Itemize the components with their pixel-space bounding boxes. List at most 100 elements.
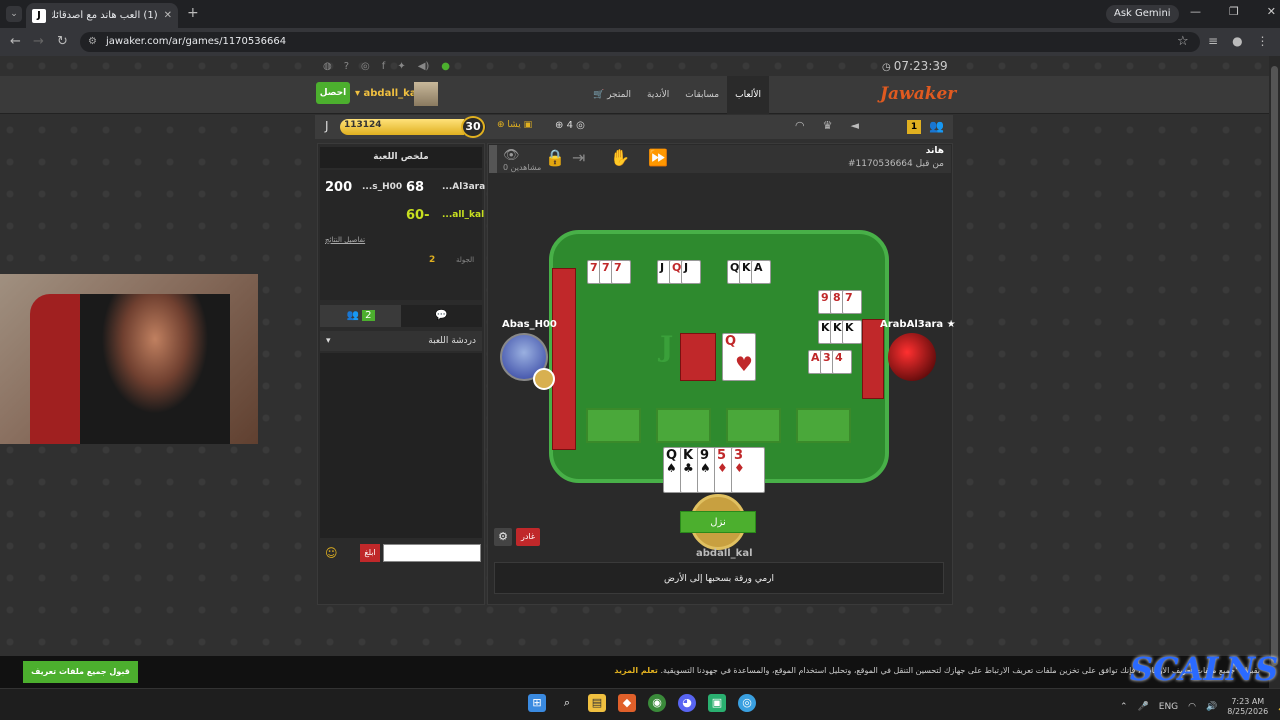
leave-game-button[interactable]: غادر bbox=[516, 528, 540, 546]
toolbar-scroll[interactable] bbox=[489, 145, 497, 173]
discard-pile-card[interactable]: Q ♥ bbox=[722, 333, 756, 381]
nav-store[interactable]: 🛒 المتجر bbox=[585, 76, 639, 114]
reading-list-icon[interactable]: ≡ bbox=[1208, 34, 1218, 48]
wifi-icon[interactable]: ◠ bbox=[1188, 702, 1196, 712]
scrollbar-thumb[interactable] bbox=[1271, 66, 1278, 666]
close-window-icon[interactable]: ✕ bbox=[1267, 5, 1276, 18]
start-icon[interactable]: ⊞ bbox=[528, 694, 546, 712]
menu-kebab-icon[interactable]: ⋮ bbox=[1257, 34, 1269, 48]
reload-icon[interactable]: ↻ bbox=[57, 34, 68, 49]
tab-search-button[interactable]: ⌄ bbox=[6, 6, 22, 22]
tray-chevron-icon[interactable]: ⌃ bbox=[1120, 702, 1128, 712]
browser-tab[interactable]: J (1) العب هاند مع أصدقائك ع ✕ bbox=[26, 3, 178, 28]
facebook-icon[interactable]: f bbox=[382, 61, 386, 72]
fast-forward-icon[interactable]: ⏩ bbox=[648, 148, 668, 167]
meld-slot-1[interactable] bbox=[586, 408, 641, 443]
help-icon[interactable]: ? bbox=[344, 61, 349, 72]
minimize-icon[interactable]: — bbox=[1190, 5, 1201, 18]
site-info-icon[interactable]: ⚙ bbox=[88, 32, 97, 52]
score-details-link[interactable]: تفاصيل النتائج bbox=[325, 236, 365, 244]
header-actions: ◠ ♛ ◄ bbox=[795, 119, 859, 132]
chat-send-button[interactable]: ابلغ bbox=[360, 544, 380, 562]
app-icon[interactable]: ▣ bbox=[708, 694, 726, 712]
megaphone-icon[interactable]: ◄ bbox=[850, 119, 858, 132]
chat-bubble-icon: 💬 bbox=[435, 310, 448, 321]
system-tray: ⌃ 🎤 ENG ◠ 🔊 7:23 AM 8/25/2026 🔔 bbox=[1120, 697, 1280, 716]
discord-icon[interactable]: ◕ bbox=[678, 694, 696, 712]
globe-icon[interactable]: ◍ bbox=[323, 61, 332, 72]
xp-points: 113124 bbox=[344, 120, 382, 130]
spectators[interactable]: 👁 0 مشاهدين bbox=[503, 148, 541, 172]
header-username-text: abdall_kal bbox=[363, 88, 421, 99]
coins-icon[interactable]: J bbox=[325, 119, 329, 133]
url-input[interactable]: ⚙ jawaker.com/ar/games/1170536664 bbox=[80, 32, 1200, 52]
nav-clubs[interactable]: الأندية bbox=[639, 76, 677, 114]
header-username[interactable]: ▾ abdall_kal bbox=[355, 88, 420, 99]
tab-players[interactable]: 👥 2 bbox=[320, 305, 401, 327]
window-controls: — ❐ ✕ bbox=[1190, 5, 1276, 18]
mic-icon[interactable]: 🎤 bbox=[1138, 702, 1149, 712]
volume-icon[interactable]: 🔊 bbox=[1206, 702, 1217, 712]
game-title: هاند bbox=[925, 146, 944, 156]
close-tab-icon[interactable]: ✕ bbox=[164, 10, 172, 21]
header-avatar[interactable] bbox=[414, 82, 438, 106]
stream-watermark: SCALNS bbox=[1130, 650, 1279, 688]
friends-icon[interactable]: 👥 bbox=[929, 119, 944, 133]
twitter-icon[interactable]: ✦ bbox=[397, 61, 405, 72]
lock-icon[interactable]: 🔒 bbox=[545, 148, 565, 167]
trophy-icon[interactable]: ♛ bbox=[823, 119, 833, 132]
app2-icon[interactable]: ◎ bbox=[738, 694, 756, 712]
get-button[interactable]: احصل bbox=[316, 82, 350, 104]
file-explorer-icon[interactable]: ▤ bbox=[588, 694, 606, 712]
player-avatar-right[interactable] bbox=[888, 333, 936, 381]
feed-icon[interactable]: ◠ bbox=[795, 119, 805, 132]
meld-slot-4[interactable] bbox=[796, 408, 851, 443]
meld-card: 7 bbox=[611, 260, 631, 284]
jawaker-logo[interactable]: Jawaker bbox=[880, 84, 956, 104]
page-scrollbar[interactable] bbox=[1269, 56, 1280, 688]
learn-more-link[interactable]: تعلم المزيد bbox=[614, 666, 658, 675]
accept-cookies-button[interactable]: قبول جميع ملفات تعريف الارتباط bbox=[23, 661, 138, 698]
score-name-right-2: all_kal... bbox=[442, 210, 485, 220]
tab-title: (1) العب هاند مع أصدقائك ع bbox=[52, 10, 158, 21]
forward-icon[interactable]: → bbox=[33, 34, 44, 49]
game-settings-icon[interactable]: ⚙ bbox=[494, 528, 512, 546]
discard-button[interactable]: نزل bbox=[680, 511, 756, 533]
bookmark-star-icon[interactable]: ☆ bbox=[1177, 34, 1189, 49]
player-name-right: ArabAl3ara ★ bbox=[880, 319, 956, 330]
profile-avatar-icon[interactable]: ● bbox=[1232, 34, 1242, 48]
meld-card: A bbox=[751, 260, 771, 284]
friends-online[interactable]: ⊕ 4 ◎ bbox=[555, 120, 585, 131]
gifts-button[interactable]: ⊕ يشا ▣ bbox=[497, 120, 532, 130]
chat-header[interactable]: ▾ دردشة اللعبة bbox=[320, 331, 482, 351]
emoji-icon[interactable]: ☺ bbox=[325, 546, 338, 560]
notification-badge[interactable]: 1 bbox=[907, 120, 921, 134]
chrome-icon[interactable]: ◉ bbox=[648, 694, 666, 712]
exit-icon[interactable]: ⇥ bbox=[572, 148, 585, 167]
score-left-1: 200 bbox=[325, 180, 353, 195]
sound-icon[interactable]: ◀) bbox=[418, 61, 430, 72]
score-name-left-1: ...s_H00 bbox=[362, 182, 403, 192]
tab-chat[interactable]: 💬 bbox=[401, 305, 482, 327]
gamepad-icon[interactable]: ● bbox=[441, 61, 450, 72]
chat-input[interactable] bbox=[383, 544, 481, 562]
left-player-hand-back bbox=[552, 268, 576, 450]
hand-card[interactable]: 3 ♦ bbox=[731, 447, 765, 493]
back-icon[interactable]: ← bbox=[10, 34, 21, 49]
brave-icon[interactable]: ◆ bbox=[618, 694, 636, 712]
ask-gemini-button[interactable]: Ask Gemini bbox=[1106, 5, 1179, 23]
nav-games[interactable]: الألعاب bbox=[727, 76, 770, 114]
meld-slot-2[interactable] bbox=[656, 408, 711, 443]
restore-icon[interactable]: ❐ bbox=[1229, 5, 1239, 18]
kick-icon[interactable]: ✋ bbox=[610, 148, 630, 167]
search-icon[interactable]: ⌕ bbox=[558, 694, 576, 712]
tray-clock[interactable]: 7:23 AM 8/25/2026 bbox=[1227, 697, 1268, 716]
nav-tournaments[interactable]: مسابقات bbox=[677, 76, 727, 114]
right-melds-2: KKK bbox=[818, 320, 862, 344]
meld-card: 4 bbox=[832, 350, 852, 374]
language-indicator[interactable]: ENG bbox=[1159, 702, 1178, 712]
draw-pile[interactable] bbox=[680, 333, 716, 381]
new-tab-button[interactable]: + bbox=[187, 5, 199, 21]
meld-slot-3[interactable] bbox=[726, 408, 781, 443]
instagram-icon[interactable]: ◎ bbox=[361, 61, 370, 72]
